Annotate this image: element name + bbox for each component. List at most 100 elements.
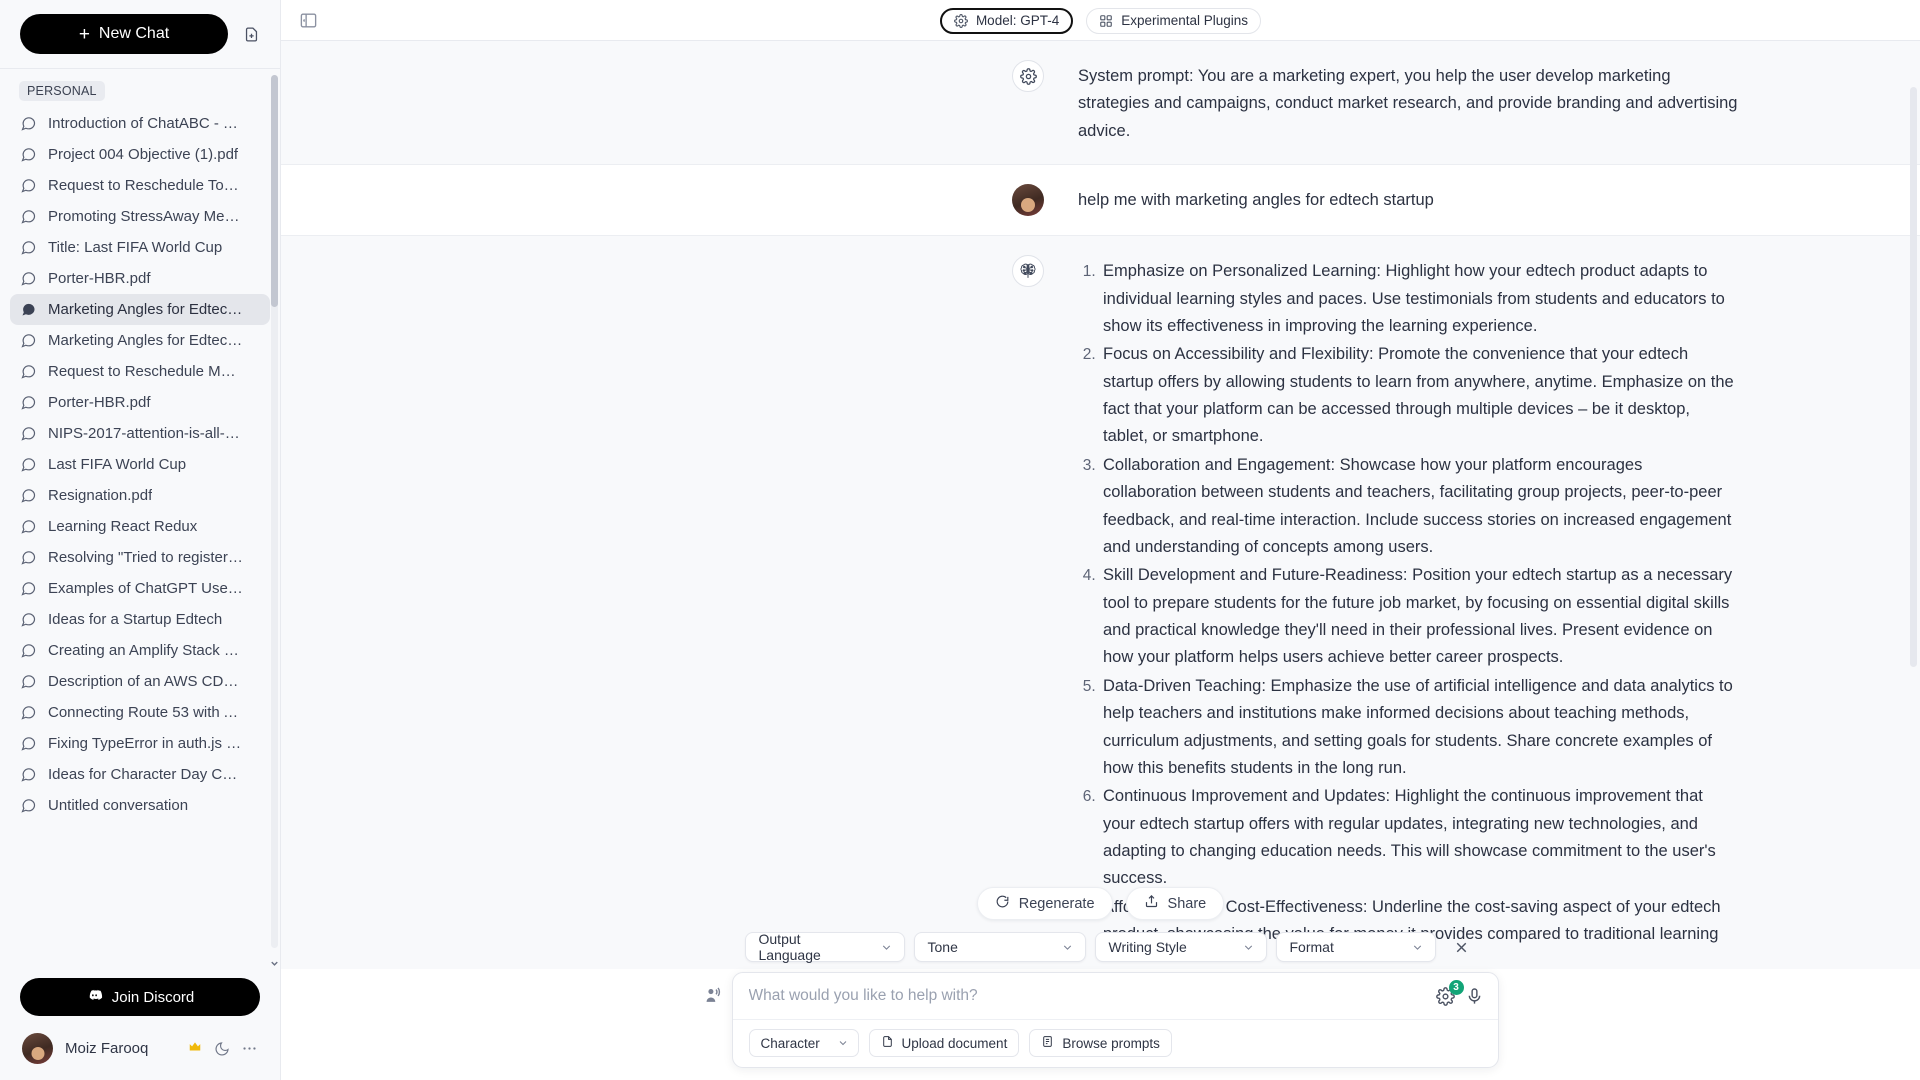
sidebar-item[interactable]: Marketing Angles for Edtech ... [10, 294, 270, 325]
refresh-icon [995, 894, 1010, 913]
settings-gear-icon[interactable]: 3 [1435, 979, 1464, 1006]
user-actions [187, 1040, 258, 1057]
plus-icon: + [78, 23, 90, 45]
character-label: Character [760, 1035, 820, 1051]
sidebar-item-label: Title: Last FIFA World Cup [48, 239, 223, 256]
list-icon [1041, 1035, 1054, 1051]
regenerate-button[interactable]: Regenerate [976, 887, 1113, 920]
chat-bubble-icon [21, 210, 36, 224]
sidebar-item[interactable]: Connecting Route 53 with A... [10, 697, 270, 728]
sidebar-item-label: Project 004 Objective (1).pdf [48, 146, 239, 163]
sidebar-scrollbar-thumb[interactable] [271, 75, 278, 307]
close-icon[interactable] [1449, 934, 1475, 960]
chat-bubble-icon [21, 737, 36, 751]
top-bar: Model: GPT-4 Experimental Plugins [281, 0, 1920, 41]
system-avatar [1012, 60, 1044, 145]
user-name: Moiz Farooq [65, 1040, 149, 1057]
sidebar-item-label: Ideas for a Startup Edtech [48, 611, 223, 628]
composer-icons: 3 [1435, 979, 1484, 1006]
assistant-list-item: Skill Development and Future-Readiness: … [1100, 562, 1738, 672]
system-message-text: System prompt: You are a marketing exper… [1078, 67, 1738, 140]
sidebar-item[interactable]: Resignation.pdf [10, 480, 270, 511]
chevron-down-icon [1411, 941, 1424, 954]
new-chat-button[interactable]: + New Chat [20, 14, 228, 54]
composer-wrap: 3 Character [703, 972, 1499, 1068]
output-language-dropdown[interactable]: Output Language [744, 931, 905, 963]
chevron-down-icon [1061, 941, 1074, 954]
sidebar-item[interactable]: Project 004 Objective (1).pdf [10, 139, 270, 170]
sidebar-item-label: NIPS-2017-attention-is-all-yo... [48, 425, 243, 442]
chat-bubble-icon [21, 179, 36, 193]
conversation-list: PERSONAL Introduction of ChatABC - Th...… [0, 69, 280, 970]
sidebar-item-label: Creating an Amplify Stack us... [48, 642, 243, 659]
assistant-list-item: Data-Driven Teaching: Emphasize the use … [1100, 673, 1738, 783]
sidebar-item[interactable]: Ideas for a Startup Edtech [10, 604, 270, 635]
sidebar-item-label: Description of an AWS CDK c... [48, 673, 243, 690]
more-options-icon[interactable] [241, 1040, 258, 1057]
assistant-list-item: Focus on Accessibility and Flexibility: … [1100, 341, 1738, 451]
sidebar-item[interactable]: Description of an AWS CDK c... [10, 666, 270, 697]
sidebar-item[interactable]: Learning React Redux [10, 511, 270, 542]
sidebar-item[interactable]: Untitled conversation [10, 790, 270, 821]
character-dropdown[interactable]: Character [748, 1029, 859, 1057]
sidebar-item[interactable]: Fixing TypeError in auth.js mi... [10, 728, 270, 759]
chat-bubble-icon [21, 613, 36, 627]
sidebar-item-label: Examples of ChatGPT Use Ca... [48, 580, 243, 597]
sidebar-footer: Join Discord Moiz Farooq [0, 970, 280, 1080]
composer-top: 3 [733, 973, 1498, 1019]
brain-icon [1012, 255, 1044, 288]
sidebar-item[interactable]: Request to Reschedule Tomo... [10, 170, 270, 201]
chat-bubble-icon [21, 675, 36, 689]
moon-icon[interactable] [214, 1041, 230, 1057]
microphone-icon[interactable] [1465, 987, 1484, 1006]
model-selector-button[interactable]: Model: GPT-4 [939, 7, 1074, 34]
chat-bubble-icon [21, 799, 36, 813]
message-actions: Regenerate Share [976, 887, 1225, 920]
sidebar-item[interactable]: Creating an Amplify Stack us... [10, 635, 270, 666]
format-dropdown[interactable]: Format [1275, 932, 1436, 962]
browse-prompts-button[interactable]: Browse prompts [1029, 1029, 1172, 1057]
new-chat-label: New Chat [98, 25, 170, 42]
composer-toolbar: Character Upload document Browse prompts [732, 1019, 1498, 1067]
tone-dropdown[interactable]: Tone [913, 932, 1086, 962]
sidebar-item[interactable]: Request to Reschedule Meeti... [10, 356, 270, 387]
assistant-avatar [1012, 255, 1044, 949]
read-aloud-icon[interactable] [703, 972, 722, 1005]
sidebar-item-label: Last FIFA World Cup [48, 456, 187, 473]
sidebar-item[interactable]: Resolving "Tried to register t... [10, 542, 270, 573]
sidebar-item[interactable]: NIPS-2017-attention-is-all-yo... [10, 418, 270, 449]
composer: 3 Character [731, 972, 1499, 1068]
user-message-text: help me with marketing angles for edtech… [1078, 191, 1434, 210]
chevron-down-icon[interactable] [269, 956, 280, 970]
sidebar-item[interactable]: Marketing Angles for Edtech ... [10, 325, 270, 356]
sidebar-item[interactable]: Title: Last FIFA World Cup [10, 232, 270, 263]
writing-style-dropdown[interactable]: Writing Style [1094, 932, 1267, 962]
sidebar-group-label: PERSONAL [19, 81, 105, 101]
experimental-plugins-button[interactable]: Experimental Plugins [1086, 7, 1262, 34]
assistant-message-body: Emphasize on Personalized Learning: High… [1078, 255, 1738, 949]
chat-bubble-icon [21, 489, 36, 503]
collapse-sidebar-icon[interactable] [297, 8, 319, 32]
new-document-icon[interactable] [238, 21, 264, 47]
share-button[interactable]: Share [1125, 887, 1225, 920]
crown-icon[interactable] [187, 1040, 203, 1057]
user-profile-row[interactable]: Moiz Farooq [20, 1033, 260, 1064]
chat-bubble-icon [21, 768, 36, 782]
sidebar-header: + New Chat [0, 0, 280, 68]
sidebar-item[interactable]: Examples of ChatGPT Use Ca... [10, 573, 270, 604]
join-discord-button[interactable]: Join Discord [20, 978, 260, 1016]
sidebar-item-label: Request to Reschedule Meeti... [48, 363, 243, 380]
sidebar-item[interactable]: Porter-HBR.pdf [10, 263, 270, 294]
sidebar-item[interactable]: Last FIFA World Cup [10, 449, 270, 480]
sidebar-item-label: Marketing Angles for Edtech ... [48, 332, 243, 349]
sidebar-item[interactable]: Introduction of ChatABC - Th... [10, 108, 270, 139]
upload-document-button[interactable]: Upload document [868, 1029, 1020, 1057]
sidebar-item-label: Resignation.pdf [48, 487, 153, 504]
chat-input[interactable] [748, 987, 1436, 1005]
chat-scrollbar[interactable] [1910, 87, 1917, 667]
sidebar-item[interactable]: Porter-HBR.pdf [10, 387, 270, 418]
chat-bubble-icon [21, 334, 36, 348]
sidebar-item[interactable]: Ideas for Character Day Cost... [10, 759, 270, 790]
model-label: Model: GPT-4 [975, 13, 1060, 28]
sidebar-item[interactable]: Promoting StressAway Medit... [10, 201, 270, 232]
